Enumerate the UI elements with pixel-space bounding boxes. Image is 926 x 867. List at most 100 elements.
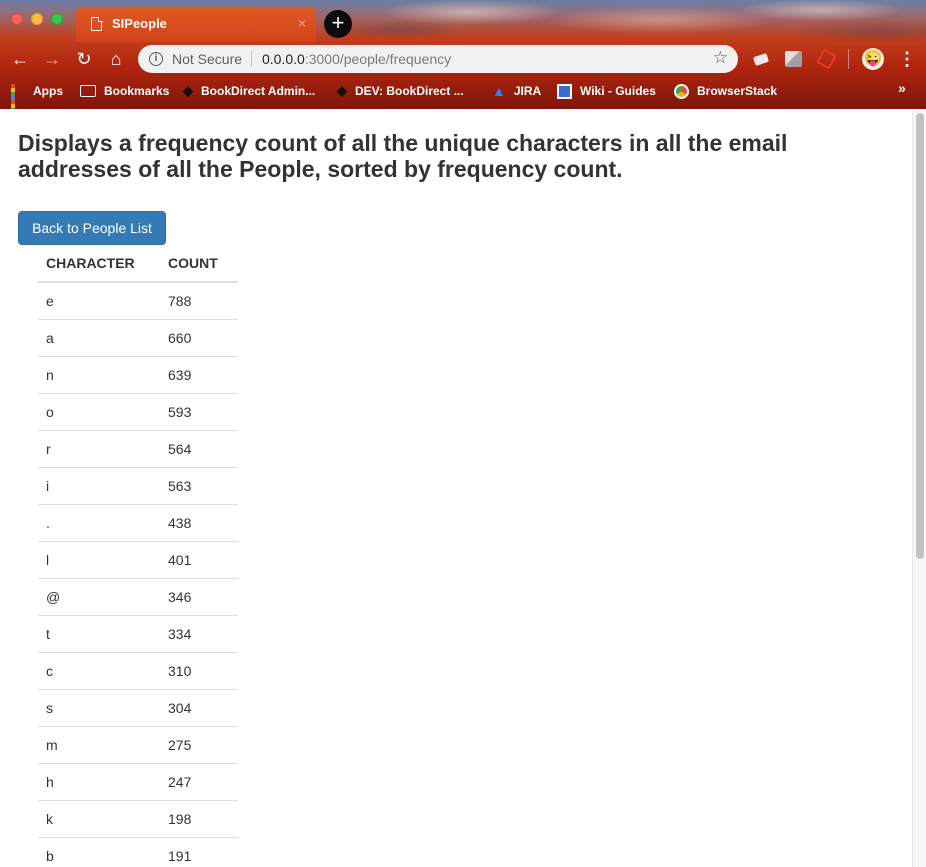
table-row: c 310 — [38, 652, 238, 690]
count-cell: 334 — [160, 615, 238, 653]
count-cell: 564 — [160, 430, 238, 468]
count-cell: 639 — [160, 356, 238, 394]
page-icon — [91, 16, 103, 31]
character-cell: h — [38, 763, 160, 801]
table-row: s 304 — [38, 689, 238, 727]
character-cell: . — [38, 504, 160, 542]
bookmark-label: JIRA — [513, 84, 542, 98]
security-label[interactable]: Not Secure — [172, 51, 242, 67]
count-cell: 191 — [160, 837, 238, 867]
count-cell: 593 — [160, 393, 238, 431]
page-title: Displays a frequency count of all the un… — [18, 130, 788, 182]
count-cell: 247 — [160, 763, 238, 801]
bookdirect-icon: ◆ — [183, 83, 193, 98]
table-row: h 247 — [38, 763, 238, 801]
count-cell: 310 — [160, 652, 238, 690]
scrollbar-thumb[interactable] — [916, 113, 924, 559]
bookmark-bookmarks-folder[interactable]: Bookmarks — [80, 81, 169, 101]
vertical-scrollbar[interactable] — [912, 109, 926, 867]
home-icon[interactable]: ⌂ — [105, 48, 127, 70]
bookmark-label: BookDirect Admin... — [201, 84, 316, 98]
table-row: l 401 — [38, 541, 238, 579]
extension-ruby-icon[interactable] — [816, 48, 837, 70]
table-row: t 334 — [38, 615, 238, 653]
browserstack-icon — [674, 83, 689, 99]
count-cell: 563 — [160, 467, 238, 505]
character-cell: m — [38, 726, 160, 764]
table-row: b 191 — [38, 837, 238, 867]
extension-eraser-icon[interactable] — [752, 50, 770, 68]
browser-tab[interactable]: SIPeople × — [76, 7, 316, 42]
url-path: :3000/people/frequency — [304, 51, 452, 67]
bookmark-browserstack[interactable]: BrowserStack — [674, 81, 777, 101]
column-header-count: COUNT — [160, 244, 238, 283]
minimize-window-button[interactable] — [31, 13, 43, 25]
character-cell: b — [38, 837, 160, 867]
tab-title: SIPeople — [112, 16, 167, 31]
character-cell: k — [38, 800, 160, 838]
frequency-table: CHARACTER COUNT e 788 a 660 n 639 o 593 r 564 i 563… — [38, 244, 238, 867]
bookmark-label: DEV: BookDirect ... — [355, 84, 464, 98]
character-cell: l — [38, 541, 160, 579]
new-tab-button[interactable]: + — [324, 10, 352, 38]
frequency-table-body: e 788 a 660 n 639 o 593 r 564 i 563. 438 l 401 @346 t 334… — [38, 282, 238, 867]
count-cell: 438 — [160, 504, 238, 542]
menu-dots-icon[interactable]: ⋮ — [898, 47, 916, 71]
profile-avatar-icon[interactable]: 😜 — [862, 48, 884, 70]
page-content: Displays a frequency count of all the un… — [0, 109, 912, 867]
table-row: a 660 — [38, 319, 238, 357]
address-bar-divider — [251, 51, 252, 67]
count-cell: 401 — [160, 541, 238, 579]
table-header-row: CHARACTER COUNT — [38, 244, 238, 283]
character-cell: a — [38, 319, 160, 357]
bookmark-label: BrowserStack — [697, 84, 778, 98]
close-tab-icon[interactable]: × — [298, 15, 306, 31]
bookmark-label: Bookmarks — [104, 84, 170, 98]
character-cell: i — [38, 467, 160, 505]
url-host: 0.0.0.0 — [262, 51, 305, 67]
character-cell: o — [38, 393, 160, 431]
extension-window-icon[interactable] — [785, 50, 803, 68]
back-to-people-list-button[interactable]: Back to People List — [18, 211, 166, 245]
character-cell: t — [38, 615, 160, 653]
bookmark-star-icon[interactable]: ☆ — [713, 48, 728, 68]
table-row: @346 — [38, 578, 238, 616]
url-text[interactable]: 0.0.0.0:3000/people/frequency — [262, 51, 451, 67]
table-row: n 639 — [38, 356, 238, 394]
character-cell: n — [38, 356, 160, 394]
bookmarks-overflow-icon[interactable]: » — [898, 80, 906, 96]
back-arrow-icon[interactable]: ← — [9, 48, 31, 70]
bookmark-bookdirect-admin[interactable]: ◆ BookDirect Admin... — [183, 81, 315, 101]
character-cell: c — [38, 652, 160, 690]
toolbar-divider — [848, 49, 849, 69]
bookmark-label: Apps — [33, 84, 63, 98]
table-row: r 564 — [38, 430, 238, 468]
count-cell: 304 — [160, 689, 238, 727]
count-cell: 788 — [160, 282, 238, 320]
bookmark-wiki-guides[interactable]: Wiki - Guides — [557, 81, 656, 101]
browser-chrome: SIPeople × + ← → ↻ ⌂ i Not Secure 0.0.0.… — [0, 0, 926, 109]
apps-grid-icon — [11, 84, 25, 109]
wiki-icon — [557, 83, 572, 99]
bookdirect-icon: ◆ — [337, 83, 347, 98]
info-icon[interactable]: i — [149, 52, 163, 66]
character-cell: s — [38, 689, 160, 727]
folder-icon — [80, 85, 96, 97]
table-row: i 563 — [38, 467, 238, 505]
bookmark-apps[interactable]: Apps — [11, 81, 63, 109]
character-cell: r — [38, 430, 160, 468]
bookmark-jira[interactable]: ▲ JIRA — [492, 81, 541, 101]
table-row: . 438 — [38, 504, 238, 542]
count-cell: 346 — [160, 578, 238, 616]
close-window-button[interactable] — [11, 13, 23, 25]
character-cell: e — [38, 282, 160, 320]
reload-icon[interactable]: ↻ — [73, 48, 95, 70]
address-bar[interactable]: i Not Secure 0.0.0.0:3000/people/frequen… — [138, 45, 738, 73]
count-cell: 198 — [160, 800, 238, 838]
jira-icon: ▲ — [492, 83, 506, 99]
forward-arrow-icon[interactable]: → — [41, 48, 63, 70]
column-header-character: CHARACTER — [38, 244, 160, 283]
maximize-window-button[interactable] — [51, 13, 63, 25]
table-row: o 593 — [38, 393, 238, 431]
bookmark-dev-bookdirect[interactable]: ◆ DEV: BookDirect ... — [337, 81, 464, 101]
